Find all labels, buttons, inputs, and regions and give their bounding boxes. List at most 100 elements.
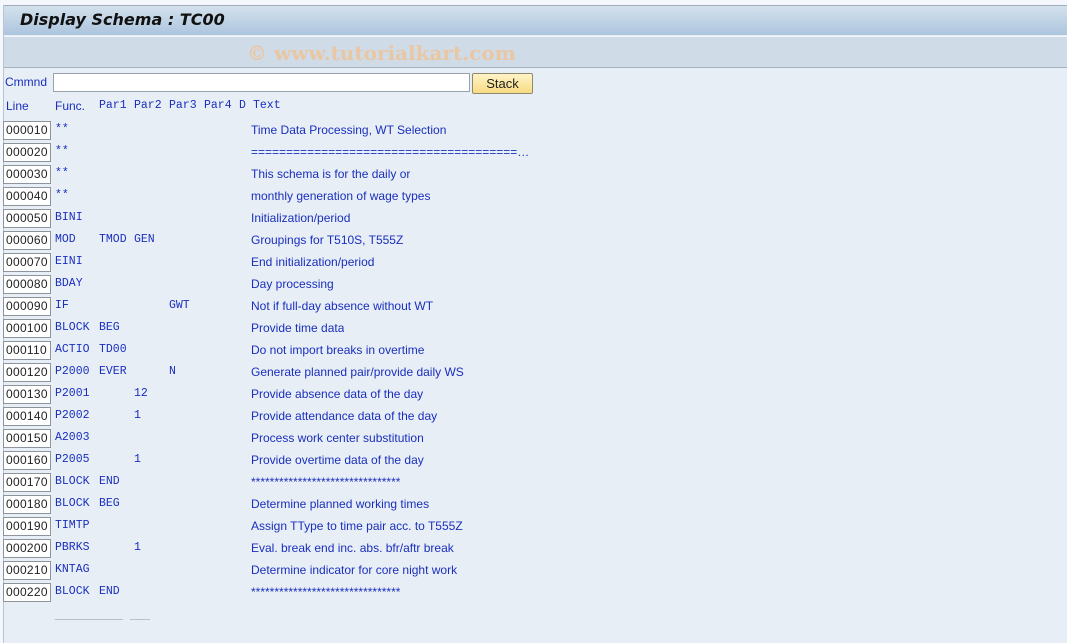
- text-cell: Provide overtime data of the day: [251, 453, 424, 467]
- par1-cell: TMOD: [99, 233, 127, 246]
- table-row: 000140 P2002 1 Provide attendance data of t…: [0, 406, 1000, 428]
- table-row: 000100 BLOCK BEG Provide time data: [0, 318, 1000, 340]
- text-cell: Time Data Processing, WT Selection: [251, 123, 447, 137]
- line-number-field[interactable]: 000150: [3, 429, 51, 448]
- column-header-par3: Par3: [169, 99, 197, 112]
- title-bar: Display Schema : TC00: [4, 5, 1067, 35]
- table-row: 000070 EINI End initialization/period: [0, 252, 1000, 274]
- par1-cell: END: [99, 585, 120, 598]
- table-row: 000080 BDAY Day processing: [0, 274, 1000, 296]
- text-cell: Day processing: [251, 277, 334, 291]
- line-number-field[interactable]: 000170: [3, 473, 51, 492]
- text-cell: ========================================…: [251, 145, 531, 159]
- par2-cell: 1: [134, 453, 141, 466]
- stack-button[interactable]: Stack: [472, 73, 533, 94]
- par2-cell: 1: [134, 541, 141, 554]
- table-row: 000150 A2003 Process work center substitut…: [0, 428, 1000, 450]
- text-cell: Generate planned pair/provide daily WS: [251, 365, 464, 379]
- par1-cell: BEG: [99, 497, 120, 510]
- text-cell: This schema is for the daily or: [251, 167, 411, 181]
- func-cell: **: [55, 167, 69, 180]
- table-row: 000060 MOD TMOD GEN Groupings for T510S, T55…: [0, 230, 1000, 252]
- line-number-field[interactable]: 000060: [3, 231, 51, 250]
- table-row: 000190 TIMTP Assign TType to time pair acc…: [0, 516, 1000, 538]
- table-row: 000220 BLOCK END **************************…: [0, 582, 1000, 604]
- func-cell: BLOCK: [55, 497, 90, 510]
- text-cell: Assign TType to time pair acc. to T555Z: [251, 519, 463, 533]
- text-cell: Initialization/period: [251, 211, 351, 225]
- table-row: 000010 ** Time Data Processing, WT Selecti…: [0, 120, 1000, 142]
- table-row: 000200 PBRKS 1 Eval. break end inc. abs. bf…: [0, 538, 1000, 560]
- column-header-func: Func.: [55, 99, 86, 113]
- func-cell: ACTIO: [55, 343, 90, 356]
- line-number-field[interactable]: 000030: [3, 165, 51, 184]
- func-cell: P2001: [55, 387, 90, 400]
- func-cell: BINI: [55, 211, 83, 224]
- line-number-field[interactable]: 000040: [3, 187, 51, 206]
- text-cell: Eval. break end inc. abs. bfr/aftr break: [251, 541, 454, 555]
- table-row: 000160 P2005 1 Provide overtime data of the…: [0, 450, 1000, 472]
- line-number-field[interactable]: 000050: [3, 209, 51, 228]
- text-cell: Provide time data: [251, 321, 345, 335]
- table-row: 000210 KNTAG Determine indicator for core …: [0, 560, 1000, 582]
- table-row: 000090 IF GWT Not if full-day absence witho…: [0, 296, 1000, 318]
- line-number-field[interactable]: 000140: [3, 407, 51, 426]
- line-number-field[interactable]: 000070: [3, 253, 51, 272]
- func-cell: EINI: [55, 255, 83, 268]
- line-number-field[interactable]: 000090: [3, 297, 51, 316]
- par1-cell: END: [99, 475, 120, 488]
- line-number-field[interactable]: 000110: [3, 341, 51, 360]
- table-row: 000050 BINI Initialization/period: [0, 208, 1000, 230]
- column-header-par2: Par2: [134, 99, 162, 112]
- func-cell: **: [55, 145, 69, 158]
- func-cell: PBRKS: [55, 541, 90, 554]
- text-cell: Determine planned working times: [251, 497, 430, 511]
- table-row: 000030 ** This schema is for the daily or: [0, 164, 1000, 186]
- func-cell: IF: [55, 299, 69, 312]
- application-toolbar: © www.tutorialkart.com: [4, 36, 1067, 68]
- func-cell: KNTAG: [55, 563, 90, 576]
- par1-cell: BEG: [99, 321, 120, 334]
- line-number-field[interactable]: 000100: [3, 319, 51, 338]
- text-cell: End initialization/period: [251, 255, 375, 269]
- func-cell: P2000: [55, 365, 90, 378]
- line-number-field[interactable]: 000210: [3, 561, 51, 580]
- line-number-field[interactable]: 000130: [3, 385, 51, 404]
- func-cell: MOD: [55, 233, 76, 246]
- table-row: 000180 BLOCK BEG Determine planned working …: [0, 494, 1000, 516]
- table-row: 000120 P2000 EVER N Generate planned pair/pr…: [0, 362, 1000, 384]
- table-row: 000170 BLOCK END **************************…: [0, 472, 1000, 494]
- text-cell: Provide absence data of the day: [251, 387, 424, 401]
- par3-cell: GWT: [169, 299, 190, 312]
- line-number-field[interactable]: 000190: [3, 517, 51, 536]
- command-input[interactable]: [53, 73, 470, 92]
- line-number-field[interactable]: 000120: [3, 363, 51, 382]
- column-header-line: Line: [6, 99, 29, 113]
- func-cell: P2005: [55, 453, 90, 466]
- table-row: 000130 P2001 12 Provide absence data of the…: [0, 384, 1000, 406]
- line-number-field[interactable]: 000010: [3, 121, 51, 140]
- func-cell: BLOCK: [55, 321, 90, 334]
- scroll-indicator: [55, 619, 123, 620]
- line-number-field[interactable]: 000180: [3, 495, 51, 514]
- par2-cell: 12: [134, 387, 148, 400]
- watermark: © www.tutorialkart.com: [247, 41, 516, 65]
- command-label: Cmmnd: [5, 75, 48, 89]
- func-cell: BLOCK: [55, 585, 90, 598]
- func-cell: TIMTP: [55, 519, 90, 532]
- line-number-field[interactable]: 000220: [3, 583, 51, 602]
- line-number-field[interactable]: 000160: [3, 451, 51, 470]
- table-row: 000020 ** ================================…: [0, 142, 1000, 164]
- func-cell: BDAY: [55, 277, 83, 290]
- text-cell: Do not import breaks in overtime: [251, 343, 425, 357]
- table-row: 000110 ACTIO TD00 Do not import breaks in o…: [0, 340, 1000, 362]
- column-header-text: Text: [253, 99, 281, 112]
- scroll-indicator-small: [130, 619, 150, 620]
- line-number-field[interactable]: 000080: [3, 275, 51, 294]
- column-header-par1: Par1: [99, 99, 127, 112]
- line-number-field[interactable]: 000020: [3, 143, 51, 162]
- text-cell: Provide attendance data of the day: [251, 409, 438, 423]
- text-cell: Groupings for T510S, T555Z: [251, 233, 404, 247]
- line-number-field[interactable]: 000200: [3, 539, 51, 558]
- text-cell: ********************************: [251, 475, 401, 489]
